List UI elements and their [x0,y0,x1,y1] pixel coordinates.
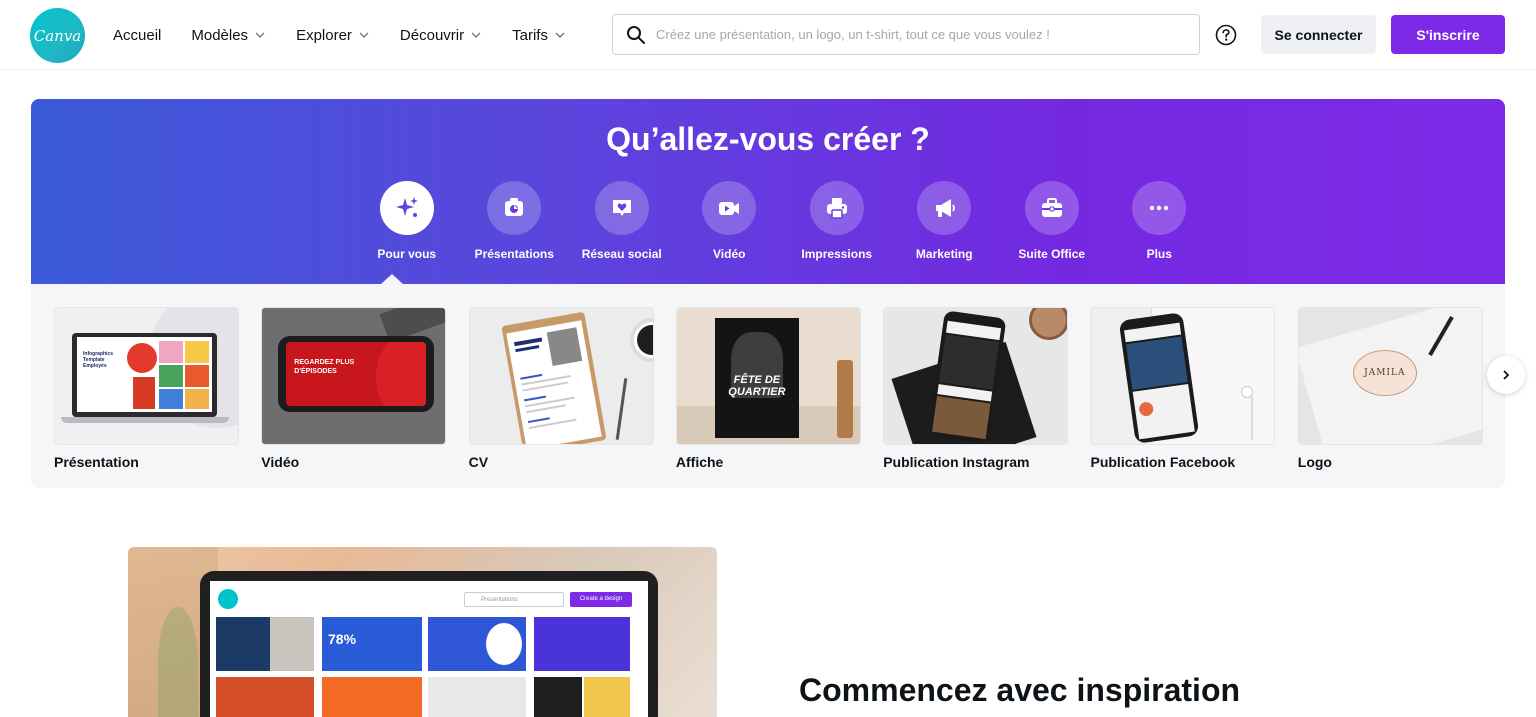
active-category-caret [381,274,403,284]
card-label: Publication Instagram [883,454,1030,470]
category-pour-vous[interactable]: Pour vous [353,181,461,261]
category-impressions[interactable]: Impressions [783,181,891,261]
search-input[interactable] [656,27,1199,42]
thumb-text: Infographics Template Employés [83,351,114,369]
thumbnail-instagram [883,307,1069,445]
hero-banner: Qu’allez-vous créer ? Pour vous Présenta… [31,99,1505,284]
card-label: Affiche [675,454,724,470]
chevron-right-icon [1503,370,1510,380]
thumbnail-logo: JAMILA [1297,307,1483,445]
design-type-carousel: Infographics Template Employés Présentat… [54,307,1505,470]
category-label: Marketing [915,247,973,261]
category-label: Impressions [801,247,873,261]
category-label: Pour vous [377,247,437,261]
nav-label: Explorer [296,26,352,44]
inspiration-laptop-image: Presentations Create a design 78% [128,547,717,717]
inspiration-heading: Commencez avec inspiration [799,672,1241,708]
nav-tarifs[interactable]: Tarifs [512,27,566,44]
category-circle [917,181,972,235]
nav-decouvrir[interactable]: Découvrir [400,27,482,44]
category-reseau-social[interactable]: Réseau social [568,181,676,261]
card-label: Présentation [54,454,139,470]
chevron-down-icon [359,32,369,38]
signup-button[interactable]: S'inscrire [1391,15,1505,54]
category-circle [487,181,542,235]
megaphone-icon [936,199,956,217]
card-label: Publication Facebook [1090,454,1236,470]
chevron-down-icon [471,32,481,38]
category-video[interactable]: Vidéo [676,181,784,261]
card-label: Vidéo [261,454,300,470]
heart-message-icon [612,200,631,216]
nav-label: Accueil [113,26,162,44]
thumb-text: REGARDEZ PLUS D'ÉPISODES [294,359,355,375]
card-cv[interactable]: CV [468,307,654,470]
thumbnail-affiche: FÊTE DE QUARTIER [675,307,861,445]
sparkle-icon [395,197,418,217]
card-facebook-post[interactable]: Publication Facebook [1090,307,1276,470]
thumb-text: FÊTE DE QUARTIER [728,374,786,398]
category-label: Réseau social [581,247,662,261]
thumbnail-video: REGARDEZ PLUS D'ÉPISODES [261,307,447,445]
screen-search-text: Presentations [481,597,518,603]
carousel-next-button[interactable] [1487,356,1525,394]
search-icon [627,25,645,44]
category-circle [1132,181,1187,235]
nav-explorer[interactable]: Explorer [296,27,370,44]
card-video[interactable]: REGARDEZ PLUS D'ÉPISODES Vidéo [261,307,447,470]
chevron-down-icon [555,32,565,38]
screen-stat-text: 78% [328,631,357,647]
category-label: Suite Office [1018,247,1086,261]
search-bar[interactable] [612,14,1200,55]
category-suite-office[interactable]: Suite Office [998,181,1106,261]
nav-accueil[interactable]: Accueil [113,27,161,44]
login-button[interactable]: Se connecter [1261,15,1376,54]
screen-button-text: Create a design [579,596,623,602]
thumbnail-presentation: Infographics Template Employés [54,307,239,445]
card-logo[interactable]: JAMILA Logo [1297,307,1483,470]
category-plus[interactable]: Plus [1106,181,1214,261]
card-instagram-post[interactable]: Publication Instagram [883,307,1069,470]
more-dots-icon [1150,205,1169,211]
presentation-icon [505,198,524,216]
nav-label: Découvrir [399,26,465,44]
category-marketing[interactable]: Marketing [891,181,999,261]
help-icon[interactable] [1215,24,1237,46]
thumbnail-facebook [1090,307,1276,445]
category-circle [809,181,864,235]
category-circle [702,181,757,235]
logo-text: Canva [33,26,82,45]
nav-label: Modèles [191,26,249,44]
canva-logo[interactable]: Canva [30,8,85,63]
category-presentations[interactable]: Présentations [461,181,569,261]
nav-label: Tarifs [512,26,548,44]
card-affiche[interactable]: FÊTE DE QUARTIER Affiche [675,307,861,470]
hero-title: Qu’allez-vous créer ? [606,121,930,157]
category-circle [379,181,434,235]
chevron-down-icon [255,32,265,38]
category-circle [1024,181,1079,235]
nav-modeles[interactable]: Modèles [191,27,266,44]
thumb-text: JAMILA [1364,368,1406,378]
create-hero: Qu’allez-vous créer ? Pour vous Présenta… [31,99,1505,488]
printer-icon [826,198,847,219]
video-camera-icon [719,202,740,215]
card-label: CV [468,454,489,470]
category-label: Plus [1146,247,1172,261]
category-row: Pour vous Présentations Réseau social Vi… [353,181,1213,261]
card-presentation[interactable]: Infographics Template Employés Présentat… [54,307,239,470]
category-circle [594,181,649,235]
main-nav: Accueil Modèles Explorer Découvrir Tarif… [113,0,596,70]
category-label: Présentations [474,247,554,261]
briefcase-icon [1041,198,1062,217]
category-label: Vidéo [713,247,746,261]
top-header: Canva Accueil Modèles Explorer Découvrir… [0,0,1536,70]
card-label: Logo [1297,454,1332,470]
thumbnail-cv [468,307,654,445]
